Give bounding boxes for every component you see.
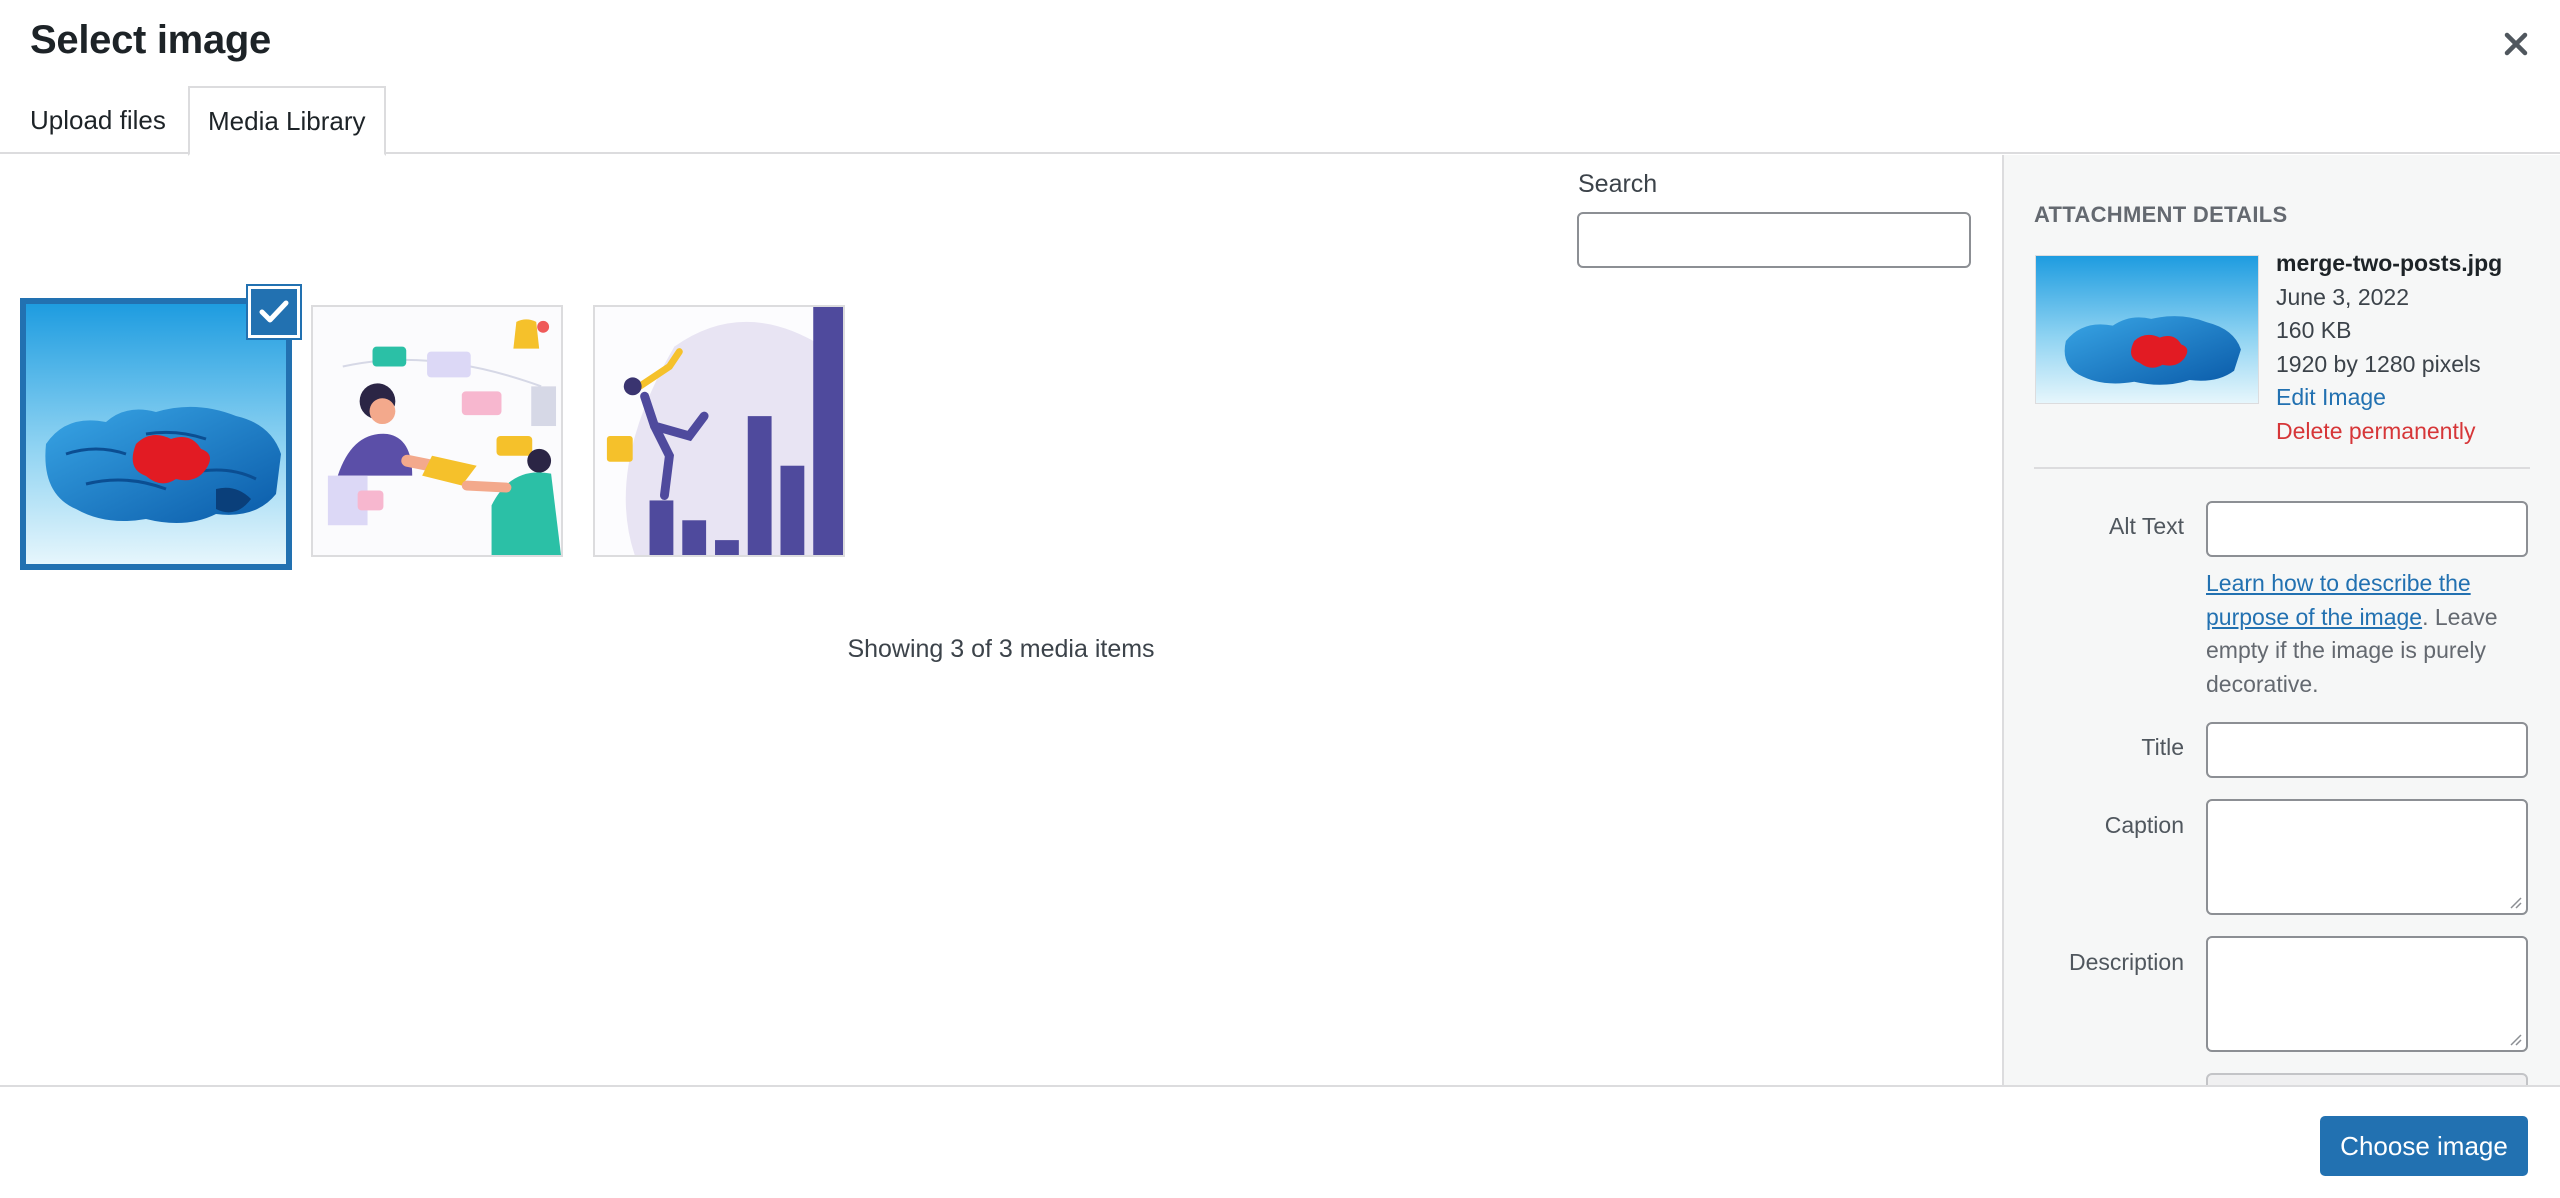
media-router-tabs: Upload files Media Library <box>0 86 2560 156</box>
close-button[interactable] <box>2492 20 2540 68</box>
resize-grip-icon[interactable] <box>2508 1032 2522 1046</box>
search-input[interactable] <box>1577 212 1971 268</box>
media-browser: Search Showing 3 of 3 media items <box>0 155 2002 1085</box>
description-label: Description <box>2068 949 2184 975</box>
attachment-thumbnail <box>2035 255 2259 404</box>
tab-media-library[interactable]: Media Library <box>188 86 386 156</box>
attachment-details-heading: Attachment Details <box>2034 202 2288 227</box>
title-input[interactable] <box>2206 722 2528 778</box>
puzzle-image <box>26 304 286 564</box>
tab-upload-files[interactable]: Upload files <box>12 86 184 154</box>
sidebar-divider <box>2034 467 2530 469</box>
description-textarea[interactable] <box>2206 936 2528 1052</box>
media-item-puzzle[interactable] <box>20 298 292 570</box>
puzzle-thumbnail-image <box>2036 256 2258 403</box>
modal-title: Select image <box>30 18 271 62</box>
attachment-details-sidebar: Attachment Details merge-two-posts.jpg J… <box>2002 155 2560 1085</box>
media-item-envelope[interactable] <box>311 305 563 557</box>
selected-check-button[interactable] <box>248 286 300 338</box>
alt-text-input[interactable] <box>2206 501 2528 557</box>
attachment-info: merge-two-posts.jpg June 3, 2022 160 KB … <box>2276 247 2502 448</box>
resize-grip-icon[interactable] <box>2508 895 2522 909</box>
attachment-filesize: 160 KB <box>2276 317 2352 343</box>
media-count-status: Showing 3 of 3 media items <box>847 635 1155 663</box>
delete-permanently-link[interactable]: Delete permanently <box>2276 415 2502 449</box>
chart-climb-image <box>595 307 843 555</box>
alt-text-label: Alt Text <box>2109 513 2184 539</box>
title-label: Title <box>2141 734 2184 760</box>
choose-image-button[interactable]: Choose image <box>2320 1116 2528 1176</box>
close-icon <box>2504 32 2528 56</box>
alt-text-help: Learn how to describe the purpose of the… <box>2206 567 2531 701</box>
caption-label: Caption <box>2104 812 2184 838</box>
attachment-filename: merge-two-posts.jpg <box>2276 250 2503 276</box>
checkmark-icon <box>259 300 289 323</box>
caption-textarea[interactable] <box>2206 799 2528 915</box>
modal-footer: Choose image <box>0 1085 2560 1198</box>
attachment-date: June 3, 2022 <box>2276 283 2410 310</box>
file-url-field[interactable] <box>2206 1073 2528 1085</box>
search-label: Search <box>1578 170 1658 198</box>
attachment-dimensions: 1920 by 1280 pixels <box>2276 350 2481 377</box>
envelope-exchange-image <box>313 307 561 555</box>
edit-image-link[interactable]: Edit Image <box>2276 381 2502 415</box>
media-item-chart-climb[interactable] <box>593 305 845 557</box>
